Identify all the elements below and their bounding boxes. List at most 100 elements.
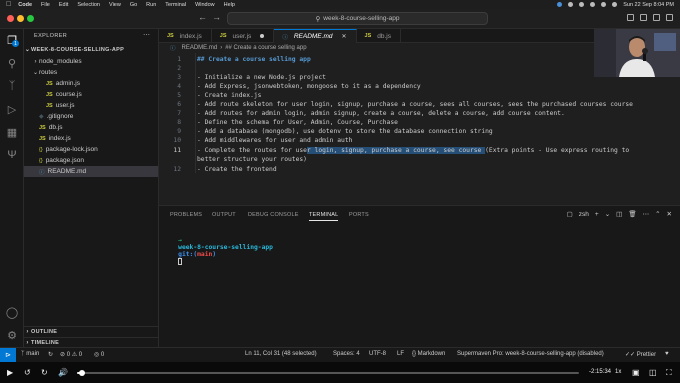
tab-output[interactable]: OUTPUT [212,212,236,218]
menu-go[interactable]: Go [130,2,137,8]
command-center-search[interactable]: ⚲ week-8-course-selling-app [227,12,488,25]
menu-app[interactable]: Code [18,2,32,8]
close-icon[interactable]: ✕ [667,210,672,218]
toggle-sidebar-icon[interactable] [627,14,634,21]
tree-item-gitignore[interactable]: ◆ .gitignore [24,111,158,122]
forward-icon[interactable]: ↻ [41,368,48,377]
tree-item-course-js[interactable]: JS course.js [24,89,158,100]
tree-item-admin-js[interactable]: JS admin.js [24,78,158,89]
prettier-status[interactable]: ✓✓ Prettier [625,351,656,358]
tree-item-readme-md[interactable]: ⓘ README.md [24,166,158,177]
more-actions-icon[interactable]: ⋯ [643,210,650,218]
tab-problems[interactable]: PROBLEMS [170,212,202,218]
search-icon[interactable]: ⚲ [5,56,19,70]
forward-arrow-icon[interactable]: → [212,12,221,22]
tree-item-package-json[interactable]: {} package.json [24,155,158,166]
add-terminal-icon[interactable]: + [595,211,599,218]
menu-file[interactable]: File [41,2,50,8]
sync-icon[interactable]: ↻ [48,351,53,358]
extensions-icon[interactable]: ▦ [5,125,19,139]
indentation-status[interactable]: Spaces: 4 [333,351,360,357]
volume-icon[interactable]: 🔊 [58,368,68,377]
cursor-position[interactable]: Ln 11, Col 31 (48 selected) [245,351,317,357]
encoding-status[interactable]: UTF-8 [369,351,386,357]
progress-knob[interactable] [79,370,86,376]
fullscreen-icon[interactable]: ⛶ [666,368,672,378]
split-terminal-icon[interactable]: ◫ [616,210,622,218]
menu-window[interactable]: Window [195,2,215,8]
search-icon[interactable] [601,2,607,7]
menubar-clock[interactable]: Sun 22 Sep 8:04 PM [623,2,674,8]
prompt-git-close: ) [212,251,217,258]
outline-section[interactable]: › OUTLINE [24,326,158,337]
close-icon[interactable]: ✕ [341,33,346,40]
playback-speed-button[interactable]: 1x [615,369,621,375]
chevron-up-icon[interactable]: ⌃ [655,210,660,218]
menu-selection[interactable]: Selection [77,2,100,8]
picture-in-picture-icon[interactable]: ◫ [649,368,657,377]
terminal-prompt[interactable]: → week-8-course-selling-app git:(main) [163,230,273,273]
breadcrumb-section[interactable]: ## Create a course selling app [225,45,306,51]
menu-terminal[interactable]: Terminal [165,2,186,8]
status-app-icon[interactable] [557,2,563,7]
tree-item-index-js[interactable]: JS index.js [24,133,158,144]
toggle-secondary-sidebar-icon[interactable] [653,14,660,21]
zoom-window-button[interactable] [27,15,34,22]
tree-item-node-modules[interactable]: › node_modules [24,56,158,67]
line-number: 6 [177,101,181,108]
problems-status[interactable]: ⊘ 0 ⚠ 0 [60,351,82,358]
minimize-window-button[interactable] [17,15,24,22]
git-branch-status[interactable]: ᛉ main [21,351,39,357]
captions-icon[interactable]: ▣ [632,368,640,377]
tab-index-js[interactable]: JS index.js [159,29,212,43]
tab-ports[interactable]: PORTS [349,212,369,218]
notifications-bell-icon[interactable]: ♥ [665,351,669,357]
tree-item-user-js[interactable]: JS user.js [24,100,158,111]
rewind-icon[interactable]: ↺ [24,368,31,377]
progress-slider[interactable] [77,370,579,376]
breadcrumb-file[interactable]: README.md [182,45,218,51]
menu-help[interactable]: Help [224,2,235,8]
back-arrow-icon[interactable]: ← [198,12,207,22]
ports-status[interactable]: ◎ 0 [94,351,104,358]
wifi-icon[interactable] [590,2,596,7]
customize-layout-icon[interactable] [666,14,673,21]
tree-item-package-lock-json[interactable]: {} package-lock.json [24,144,158,155]
menu-view[interactable]: View [109,2,121,8]
status-app-icon[interactable] [579,2,585,7]
chevron-down-icon[interactable]: ⌄ [605,210,610,218]
time-remaining: -2:15:34 [589,369,612,375]
tab-readme-md[interactable]: ⓘ README.md ✕ [274,29,357,43]
remote-indicator-icon[interactable]: ⊳ [0,348,16,362]
run-debug-icon[interactable]: ▷ [5,102,19,116]
source-control-icon[interactable]: ᛉ [5,79,19,93]
chevron-right-icon: › [220,45,223,51]
tree-item-db-js[interactable]: JS db.js [24,122,158,133]
remote-explorer-icon[interactable]: Ψ [5,148,19,162]
apple-logo-icon[interactable]:  [6,1,11,8]
eol-status[interactable]: LF [397,351,404,357]
more-actions-icon[interactable]: ⋯ [143,31,150,39]
code-line-current: - Complete the routes for user login, si… [197,147,630,154]
tab-user-js[interactable]: JS user.js [212,29,275,43]
tab-debug-console[interactable]: DEBUG CONSOLE [248,212,299,218]
explorer-root-folder[interactable]: ⌄ WEEK-8-COURSE-SELLING-APP [24,44,158,55]
status-app-icon[interactable] [568,2,574,7]
account-icon[interactable]: ◯ [5,305,19,319]
language-mode[interactable]: {} Markdown [412,351,445,357]
terminal-shell-label[interactable]: zsh [579,211,589,218]
tab-terminal[interactable]: TERMINAL [309,212,339,221]
close-window-button[interactable] [7,15,14,22]
menu-edit[interactable]: Edit [59,2,68,8]
tree-item-routes[interactable]: ⌄ routes [24,67,158,78]
supermaven-status[interactable]: Supermaven Pro: week-8-course-selling-ap… [457,351,604,357]
unsaved-dot-icon[interactable] [260,34,265,38]
trash-icon[interactable]: 🗑 [628,210,636,218]
control-center-icon[interactable] [612,2,618,7]
prompt-arrow: → [178,237,182,244]
gear-icon[interactable]: ⚙ [5,328,19,342]
toggle-panel-icon[interactable] [640,14,647,21]
menu-run[interactable]: Run [146,2,156,8]
tab-db-js[interactable]: JS db.js [357,29,401,43]
play-icon[interactable]: ▶ [7,368,13,377]
